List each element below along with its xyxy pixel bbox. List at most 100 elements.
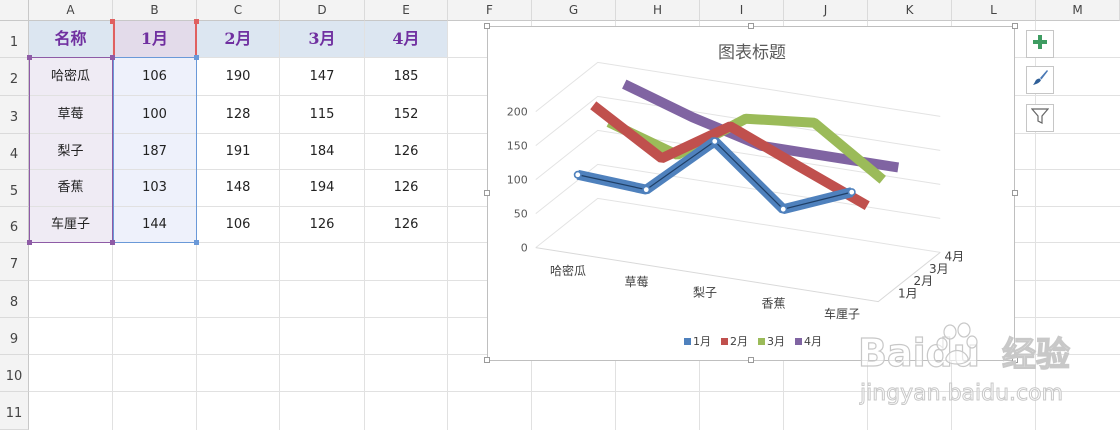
grid-line xyxy=(29,391,1120,392)
column-header-c[interactable]: C xyxy=(197,0,280,21)
value-cell[interactable]: 190 xyxy=(197,58,279,95)
column-header-e[interactable]: E xyxy=(365,0,448,21)
table-header-cell[interactable]: 4月 xyxy=(365,21,447,57)
data-point-handle[interactable] xyxy=(847,188,856,197)
legend-entry[interactable]: 2月 xyxy=(730,335,748,348)
table-header-cell[interactable]: 3月 xyxy=(280,21,364,57)
chart-resize-handle[interactable] xyxy=(748,23,754,29)
table-header-cell[interactable]: 2月 xyxy=(197,21,279,57)
column-header-d[interactable]: D xyxy=(280,0,365,21)
value-cell[interactable]: 106 xyxy=(197,207,279,242)
chart-floor xyxy=(535,247,941,303)
value-cell[interactable]: 148 xyxy=(197,170,279,206)
column-header-f[interactable]: F xyxy=(448,0,532,21)
row-header-5[interactable]: 5 xyxy=(0,170,29,207)
y-tick-label: 200 xyxy=(507,106,528,119)
x-category-label: 哈密瓜 xyxy=(550,263,586,278)
table-header-cell[interactable]: 名称 xyxy=(29,21,112,57)
value-cell[interactable]: 194 xyxy=(280,170,364,206)
chart-title[interactable]: 图表标题 xyxy=(718,43,786,63)
chart-resize-handle[interactable] xyxy=(1012,357,1018,363)
column-header-g[interactable]: G xyxy=(532,0,616,21)
chart-resize-handle[interactable] xyxy=(748,357,754,363)
range-handle[interactable] xyxy=(110,19,115,24)
chart-resize-handle[interactable] xyxy=(484,23,490,29)
depth-axis-label: 4月 xyxy=(945,250,965,264)
x-category-label: 香蕉 xyxy=(761,296,785,310)
depth-axis-label: 1月 xyxy=(898,286,918,300)
legend-entry[interactable]: 1月 xyxy=(693,335,711,348)
data-point-handle[interactable] xyxy=(642,185,651,194)
data-point-handle[interactable] xyxy=(573,170,582,179)
value-cell[interactable]: 184 xyxy=(280,134,364,169)
range-handle[interactable] xyxy=(27,240,32,245)
x-category-label: 梨子 xyxy=(693,286,717,300)
value-cell[interactable]: 191 xyxy=(197,134,279,169)
value-cell[interactable]: 152 xyxy=(365,96,447,133)
range-handle[interactable] xyxy=(194,55,199,60)
column-header-l[interactable]: L xyxy=(952,0,1036,21)
value-cell[interactable]: 126 xyxy=(365,170,447,206)
value-cell[interactable]: 126 xyxy=(365,207,447,242)
legend-swatch xyxy=(758,338,765,345)
y-tick-label: 0 xyxy=(521,242,528,255)
legend-swatch xyxy=(721,338,728,345)
column-header-b[interactable]: B xyxy=(113,0,197,21)
row-header-3[interactable]: 3 xyxy=(0,96,29,134)
row-header-2[interactable]: 2 xyxy=(0,58,29,96)
x-category-label: 草莓 xyxy=(624,275,648,289)
plus-icon xyxy=(1032,34,1048,54)
row-header-9[interactable]: 9 xyxy=(0,318,29,355)
range-handle[interactable] xyxy=(110,55,115,60)
chart-resize-handle[interactable] xyxy=(484,190,490,196)
column-header-j[interactable]: J xyxy=(784,0,868,21)
y-tick-label: 150 xyxy=(507,140,528,153)
legend-entry[interactable]: 3月 xyxy=(767,335,785,348)
chart-filters-button[interactable] xyxy=(1026,104,1054,132)
column-header-m[interactable]: M xyxy=(1036,0,1120,21)
depth-axis-label: 3月 xyxy=(929,262,949,276)
value-cell[interactable]: 147 xyxy=(280,58,364,95)
data-point-handle[interactable] xyxy=(710,137,719,146)
range-handle[interactable] xyxy=(110,240,115,245)
range-handle[interactable] xyxy=(194,240,199,245)
column-header-h[interactable]: H xyxy=(616,0,700,21)
row-header-6[interactable]: 6 xyxy=(0,207,29,243)
range-handle[interactable] xyxy=(194,19,199,24)
value-cell[interactable]: 185 xyxy=(365,58,447,95)
filter-icon xyxy=(1030,107,1050,129)
column-header-i[interactable]: I xyxy=(700,0,784,21)
line-chart-3d[interactable]: 图表标题 050100150200哈密瓜草莓梨子香蕉车厘子1月2月3月4月1月 2… xyxy=(488,27,1016,362)
brush-icon xyxy=(1031,69,1049,91)
select-all-corner[interactable] xyxy=(0,0,29,21)
data-point-handle[interactable] xyxy=(779,205,788,214)
legend-entry[interactable]: 4月 xyxy=(804,335,822,348)
y-tick-label: 50 xyxy=(514,208,528,221)
range-handle[interactable] xyxy=(27,55,32,60)
column-header-a[interactable]: A xyxy=(29,0,113,21)
row-header-7[interactable]: 7 xyxy=(0,243,29,281)
y-tick-label: 100 xyxy=(507,174,528,187)
category-range-outline xyxy=(29,57,113,243)
series-name-range-outline xyxy=(113,21,197,58)
row-header-10[interactable]: 10 xyxy=(0,355,29,392)
chart-elements-button[interactable] xyxy=(1026,30,1054,58)
value-cell[interactable]: 126 xyxy=(365,134,447,169)
chart-resize-handle[interactable] xyxy=(1012,190,1018,196)
row-header-8[interactable]: 8 xyxy=(0,281,29,318)
row-header-1[interactable]: 1 xyxy=(0,21,29,58)
chart-styles-button[interactable] xyxy=(1026,66,1054,94)
chart-area[interactable]: 图表标题 0 50 100 150 200 哈密瓜 草莓 梨子 香蕉 车厘子 1月 2月 3月 4月 1月 2… xyxy=(487,26,1015,361)
chart-resize-handle[interactable] xyxy=(484,357,490,363)
depth-axis-label: 2月 xyxy=(914,274,934,288)
values-range-outline xyxy=(113,57,197,243)
value-cell[interactable]: 126 xyxy=(280,207,364,242)
value-cell[interactable]: 115 xyxy=(280,96,364,133)
grid-line xyxy=(447,21,448,430)
column-header-k[interactable]: K xyxy=(868,0,952,21)
legend-swatch xyxy=(795,338,802,345)
chart-resize-handle[interactable] xyxy=(1012,23,1018,29)
value-cell[interactable]: 128 xyxy=(197,96,279,133)
row-header-4[interactable]: 4 xyxy=(0,134,29,170)
row-header-11[interactable]: 11 xyxy=(0,392,29,430)
